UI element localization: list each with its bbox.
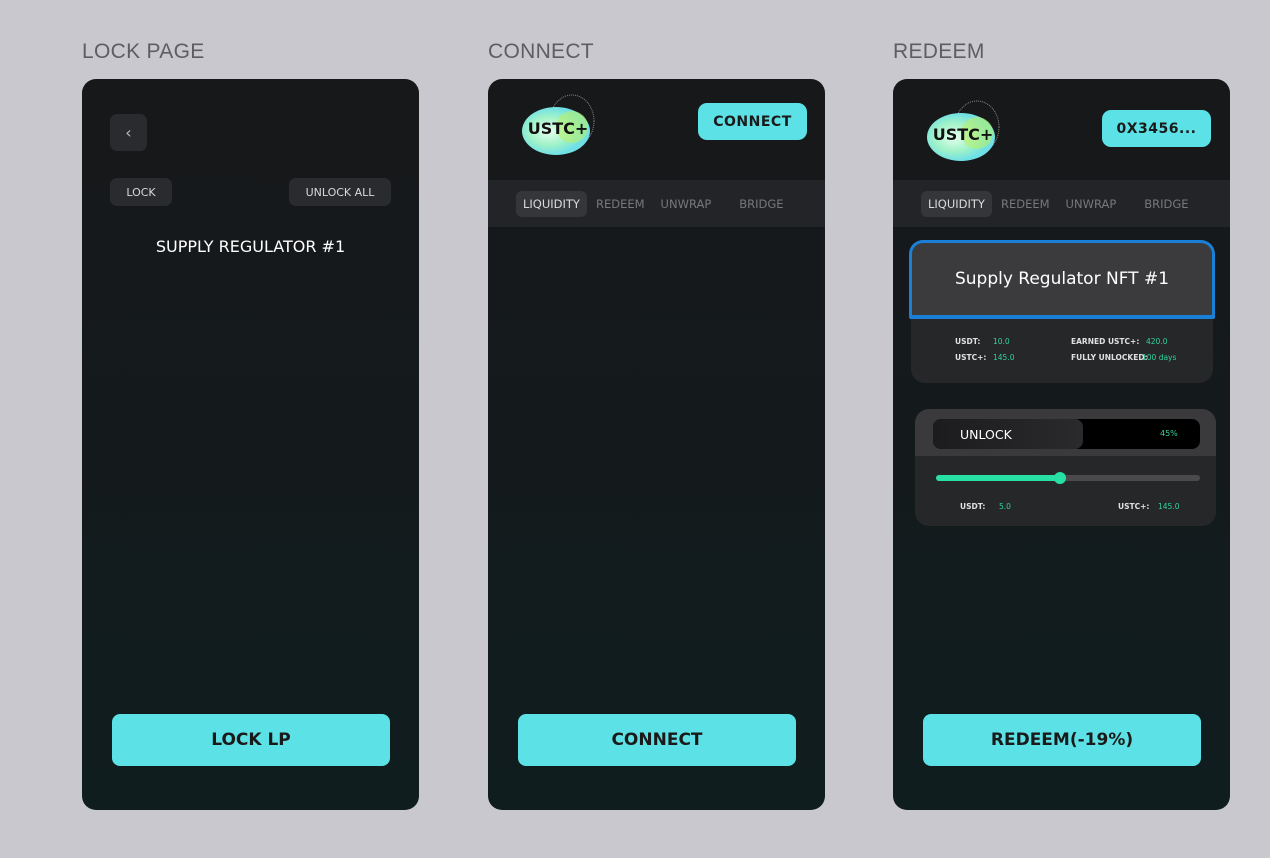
screen-label-lock: LOCK PAGE [82, 40, 205, 63]
nft-card-title[interactable]: Supply Regulator NFT #1 [909, 240, 1215, 319]
lock-tab[interactable]: LOCK [110, 178, 172, 206]
tab-bridge[interactable]: BRIDGE [1137, 191, 1195, 217]
tab-bridge[interactable]: BRIDGE [732, 191, 790, 217]
tab-unwrap[interactable]: UNWRAP [1059, 191, 1124, 217]
unlock-progress-bar: UNLOCK 45% [933, 419, 1200, 449]
tab-liquidity[interactable]: LIQUIDITY [921, 190, 992, 217]
nft-info-panel: USDT: 10.0 USTC+: 145.0 EARNED USTC+: 42… [911, 318, 1213, 383]
redeem-screen: USTC+ 0X3456... LIQUIDITY REDEEM UNWRAP … [893, 79, 1230, 810]
unlock-card: UNLOCK 45% USDT: 5.0 USTC+: 145.0 [915, 409, 1216, 526]
unlock-all-button[interactable]: UNLOCK ALL [289, 178, 391, 206]
screen-label-redeem: REDEEM [893, 40, 985, 63]
tab-bar: LIQUIDITY REDEEM UNWRAP BRIDGE [488, 180, 825, 227]
tab-bar: LIQUIDITY REDEEM UNWRAP BRIDGE [893, 180, 1230, 227]
ustc-logo: USTC+ [518, 93, 602, 157]
back-button[interactable]: ‹ [110, 114, 147, 151]
connect-screen: USTC+ CONNECT LIQUIDITY REDEEM UNWRAP BR… [488, 79, 825, 810]
connect-button[interactable]: CONNECT [518, 714, 796, 766]
unlock-percent: 45% [1160, 429, 1178, 438]
tab-redeem[interactable]: REDEEM [994, 191, 1057, 217]
ustc-logo: USTC+ [923, 99, 1007, 163]
page-title: SUPPLY REGULATOR #1 [155, 237, 346, 256]
tab-liquidity[interactable]: LIQUIDITY [516, 190, 587, 217]
unlock-label: UNLOCK [960, 427, 1012, 442]
lock-lp-button[interactable]: LOCK LP [112, 714, 390, 766]
connect-top-button[interactable]: CONNECT [698, 103, 807, 140]
redeem-button[interactable]: REDEEM(-19%) [923, 714, 1201, 766]
chevron-left-icon: ‹ [125, 123, 132, 142]
tab-unwrap[interactable]: UNWRAP [654, 191, 719, 217]
lock-page-screen: ‹ LOCK UNLOCK ALL SUPPLY REGULATOR #1 LO… [82, 79, 419, 810]
wallet-address-button[interactable]: 0X3456... [1102, 110, 1211, 147]
screen-label-connect: CONNECT [488, 40, 594, 63]
slider-handle[interactable] [1054, 472, 1067, 484]
unlock-slider[interactable] [936, 472, 1200, 484]
tab-redeem[interactable]: REDEEM [589, 191, 652, 217]
